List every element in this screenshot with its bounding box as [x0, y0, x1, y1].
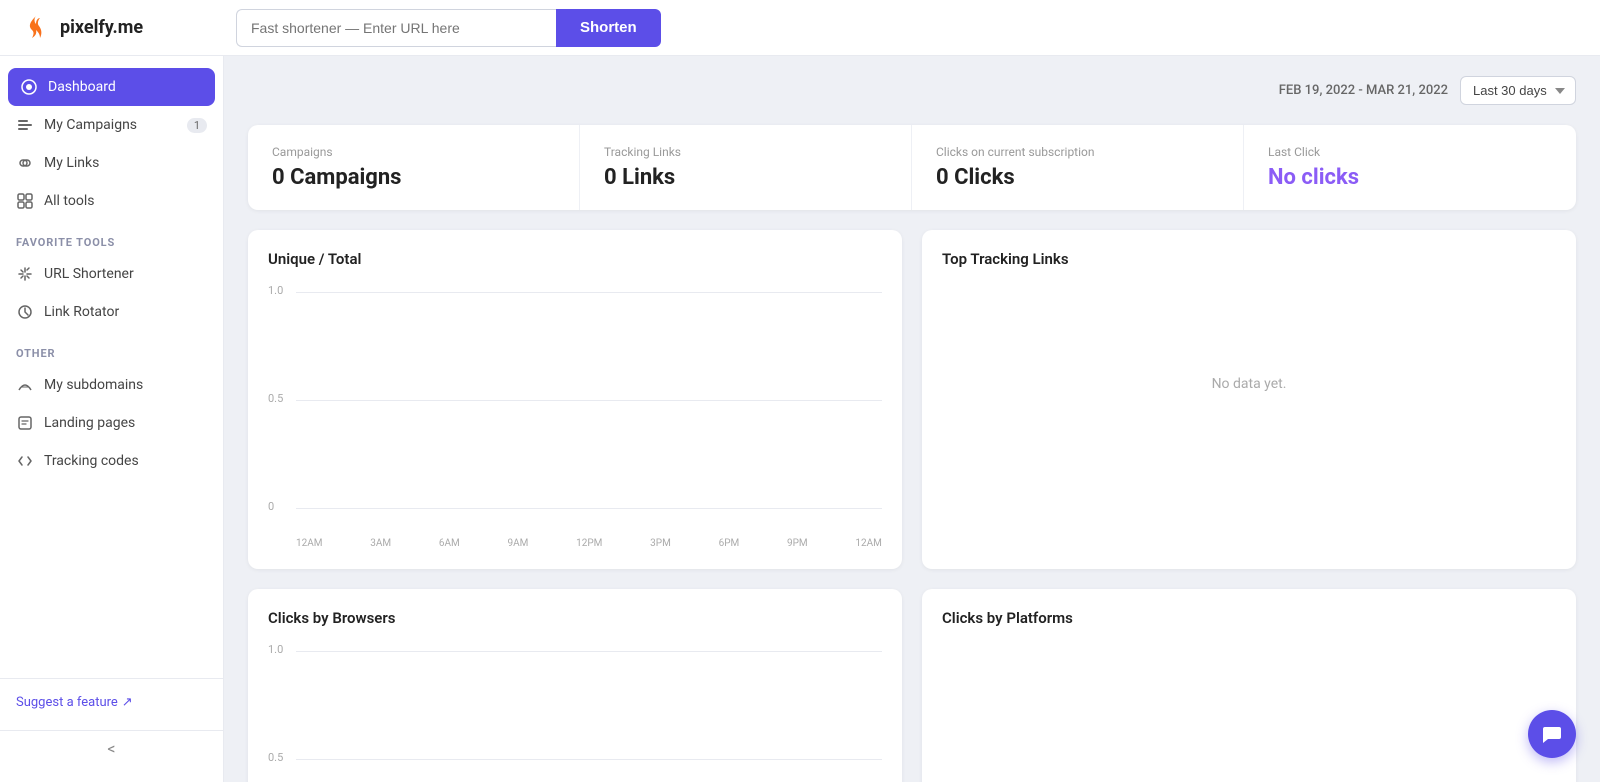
x-label-0: 12AM [296, 538, 323, 549]
links-icon [16, 154, 34, 172]
chat-bubble-button[interactable] [1528, 710, 1576, 758]
sidebar-item-subdomains-label: My subdomains [44, 377, 143, 393]
y-label-mid: 0.5 [268, 392, 283, 405]
stat-links: Tracking Links 0 Links [580, 125, 912, 210]
sidebar-item-urlshortener-label: URL Shortener [44, 266, 134, 282]
unique-total-chart-title: Unique / Total [268, 250, 882, 268]
stat-campaigns-label: Campaigns [272, 145, 555, 159]
browsers-chart: Clicks by Browsers 1.0 0.5 [248, 589, 902, 782]
browsers-line-mid [296, 759, 882, 760]
charts-row: Unique / Total 1.0 0.5 0 12AM 3AM 6AM 9A… [248, 230, 1576, 569]
stat-clicks-label: Clicks on current subscription [936, 145, 1219, 159]
x-label-5: 3PM [650, 538, 671, 549]
date-range-select[interactable]: Last 7 days Last 30 days Last 90 days Cu… [1460, 76, 1576, 105]
logo-icon [20, 12, 52, 44]
linkrotator-icon [16, 303, 34, 321]
sidebar-item-alltools-label: All tools [44, 193, 94, 209]
sidebar-item-links-label: My Links [44, 155, 99, 171]
sidebar-nav: Dashboard My Campaigns 1 My Links Al [0, 56, 223, 678]
browsers-y-label-mid: 0.5 [268, 751, 283, 764]
alltools-icon [16, 192, 34, 210]
stat-clicks-value: 0 Clicks [936, 165, 1219, 190]
subdomains-icon [16, 376, 34, 394]
x-label-4: 12PM [576, 538, 602, 549]
stat-lastclick-value: No clicks [1268, 165, 1552, 190]
sidebar-item-landingpages-label: Landing pages [44, 415, 135, 431]
sidebar-item-dashboard-label: Dashboard [48, 79, 116, 95]
browsers-chart-title: Clicks by Browsers [268, 609, 882, 627]
x-labels: 12AM 3AM 6AM 9AM 12PM 3PM 6PM 9PM 12AM [268, 538, 882, 549]
stat-lastclick-label: Last Click [1268, 145, 1552, 159]
campaigns-icon [16, 116, 34, 134]
sidebar-item-links[interactable]: My Links [0, 144, 223, 182]
platforms-chart-title: Clicks by Platforms [942, 609, 1556, 627]
suggest-feature-text: Suggest a feature [16, 695, 118, 710]
stat-links-value: 0 Links [604, 165, 887, 190]
browsers-chart-area: 1.0 0.5 [268, 643, 882, 782]
date-range-text: FEB 19, 2022 - MAR 21, 2022 [1279, 83, 1448, 98]
suggest-feature-link[interactable]: Suggest a feature ↗ [16, 695, 207, 710]
stat-clicks: Clicks on current subscription 0 Clicks [912, 125, 1244, 210]
x-label-8: 12AM [855, 538, 882, 549]
sidebar-footer: Suggest a feature ↗ [0, 678, 223, 726]
sidebar-item-campaigns[interactable]: My Campaigns 1 [0, 106, 223, 144]
sidebar-item-subdomains[interactable]: My subdomains [0, 366, 223, 404]
sidebar-item-dashboard[interactable]: Dashboard [8, 68, 215, 106]
favorite-tools-section-title: FAVORITE TOOLS [0, 220, 223, 255]
topbar: pixelfy.me Shorten [0, 0, 1600, 56]
top-tracking-links-title: Top Tracking Links [942, 250, 1556, 268]
urlshortener-icon [16, 265, 34, 283]
external-link-icon: ↗ [122, 695, 133, 710]
stat-links-label: Tracking Links [604, 145, 887, 159]
x-label-3: 9AM [508, 538, 529, 549]
sidebar-item-trackingcodes[interactable]: Tracking codes [0, 442, 223, 480]
chart-line-bot [296, 508, 882, 509]
sidebar-item-alltools[interactable]: All tools [0, 182, 223, 220]
logo[interactable]: pixelfy.me [20, 12, 220, 44]
unique-total-chart-area: 1.0 0.5 0 [268, 284, 882, 534]
campaigns-badge: 1 [187, 118, 207, 133]
top-tracking-links-chart: Top Tracking Links No data yet. [922, 230, 1576, 569]
stat-lastclick: Last Click No clicks [1244, 125, 1576, 210]
chat-icon [1541, 723, 1563, 745]
url-shortener-bar: Shorten [236, 9, 716, 47]
x-label-1: 3AM [370, 538, 391, 549]
unique-total-chart: Unique / Total 1.0 0.5 0 12AM 3AM 6AM 9A… [248, 230, 902, 569]
chart-line-top [296, 292, 882, 293]
trackingcodes-icon [16, 452, 34, 470]
collapse-icon: < [107, 739, 115, 758]
sidebar-item-linkrotator[interactable]: Link Rotator [0, 293, 223, 331]
sidebar-item-landingpages[interactable]: Landing pages [0, 404, 223, 442]
x-label-2: 6AM [439, 538, 460, 549]
sidebar-item-campaigns-label: My Campaigns [44, 117, 137, 133]
chart-line-mid [296, 400, 882, 401]
other-section-title: OTHER [0, 331, 223, 366]
logo-text: pixelfy.me [60, 17, 143, 38]
url-input[interactable] [236, 9, 556, 47]
y-label-top: 1.0 [268, 284, 283, 297]
top-tracking-links-no-data: No data yet. [942, 284, 1556, 484]
dashboard-icon [20, 78, 38, 96]
landingpages-icon [16, 414, 34, 432]
stat-campaigns-value: 0 Campaigns [272, 165, 555, 190]
stats-row: Campaigns 0 Campaigns Tracking Links 0 L… [248, 125, 1576, 210]
content-header: FEB 19, 2022 - MAR 21, 2022 Last 7 days … [248, 76, 1576, 105]
platforms-chart: Clicks by Platforms [922, 589, 1576, 782]
stat-campaigns: Campaigns 0 Campaigns [248, 125, 580, 210]
sidebar-collapse-button[interactable]: < [0, 730, 223, 766]
browsers-line-top [296, 651, 882, 652]
sidebar-item-trackingcodes-label: Tracking codes [44, 453, 139, 469]
main-layout: Dashboard My Campaigns 1 My Links Al [0, 56, 1600, 782]
main-content: FEB 19, 2022 - MAR 21, 2022 Last 7 days … [224, 56, 1600, 782]
bottom-charts-row: Clicks by Browsers 1.0 0.5 Clicks by Pla… [248, 589, 1576, 782]
y-label-bot: 0 [268, 500, 274, 513]
x-label-7: 9PM [787, 538, 808, 549]
sidebar-item-linkrotator-label: Link Rotator [44, 304, 119, 320]
browsers-y-label-top: 1.0 [268, 643, 283, 656]
sidebar-item-urlshortener[interactable]: URL Shortener [0, 255, 223, 293]
x-label-6: 6PM [719, 538, 740, 549]
shorten-button[interactable]: Shorten [556, 9, 661, 47]
sidebar: Dashboard My Campaigns 1 My Links Al [0, 56, 224, 782]
